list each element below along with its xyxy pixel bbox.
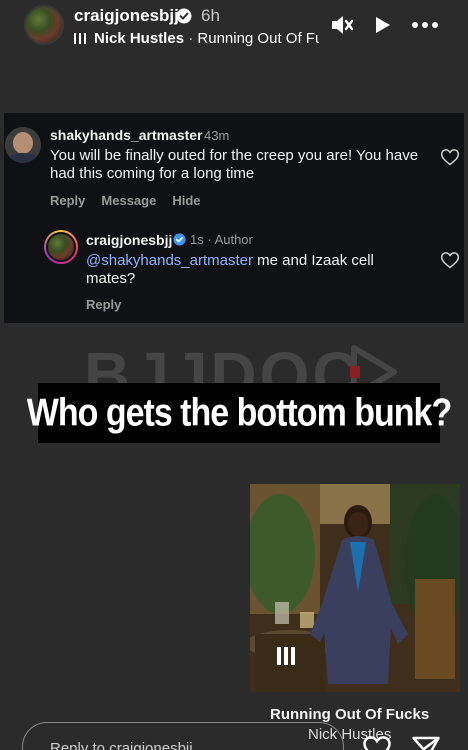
reply-input-placeholder: Reply to craigjonesbjj... xyxy=(50,740,206,750)
music-card-title[interactable]: Running Out Of Fucks xyxy=(270,706,429,723)
comment-actions: Reply Message Hide xyxy=(50,193,201,208)
mute-icon[interactable] xyxy=(327,10,357,40)
commenter-avatar[interactable] xyxy=(5,127,41,163)
like-story-heart-icon[interactable] xyxy=(361,733,393,750)
story-author-username[interactable]: craigjonesbjj xyxy=(74,6,179,26)
pause-icon[interactable] xyxy=(277,647,295,665)
reply-mention-link[interactable]: @shakyhands_artmaster xyxy=(86,252,253,269)
reply-text: @shakyhands_artmaster me and Izaak cell … xyxy=(86,252,374,287)
story-author-avatar[interactable] xyxy=(24,5,64,45)
comment-reply-button[interactable]: Reply xyxy=(50,193,85,208)
reply-reply-button[interactable]: Reply xyxy=(86,297,121,312)
more-options-icon[interactable] xyxy=(410,10,440,40)
reply-time: 1s · Author xyxy=(190,232,253,247)
play-icon[interactable] xyxy=(367,10,397,40)
comment-text: You will be finally outed for the creep … xyxy=(50,147,419,182)
music-bars-icon xyxy=(74,33,86,44)
reply-author-username[interactable]: craigjonesbjj xyxy=(86,232,172,248)
reply-author-avatar[interactable] xyxy=(44,230,78,264)
caption-text: Who gets the bottom bunk? xyxy=(26,390,452,435)
commenter-username[interactable]: shakyhands_artmaster xyxy=(50,127,203,143)
verified-badge-icon xyxy=(176,8,192,24)
comment-message-button[interactable]: Message xyxy=(101,193,156,208)
comment-card xyxy=(4,113,464,323)
comment-like-heart-icon[interactable] xyxy=(440,147,460,167)
story-music-label[interactable]: Nick Hustles · Running Out Of Fu xyxy=(94,30,319,47)
send-icon[interactable] xyxy=(411,733,441,750)
caption-banner: Who gets the bottom bunk? xyxy=(27,383,452,443)
reply-verified-badge-icon xyxy=(173,233,186,246)
reply-like-heart-icon[interactable] xyxy=(440,250,460,270)
story-time-ago: 6h xyxy=(201,6,220,25)
comment-hide-button[interactable]: Hide xyxy=(172,193,200,208)
comment-time: 43m xyxy=(204,128,230,143)
